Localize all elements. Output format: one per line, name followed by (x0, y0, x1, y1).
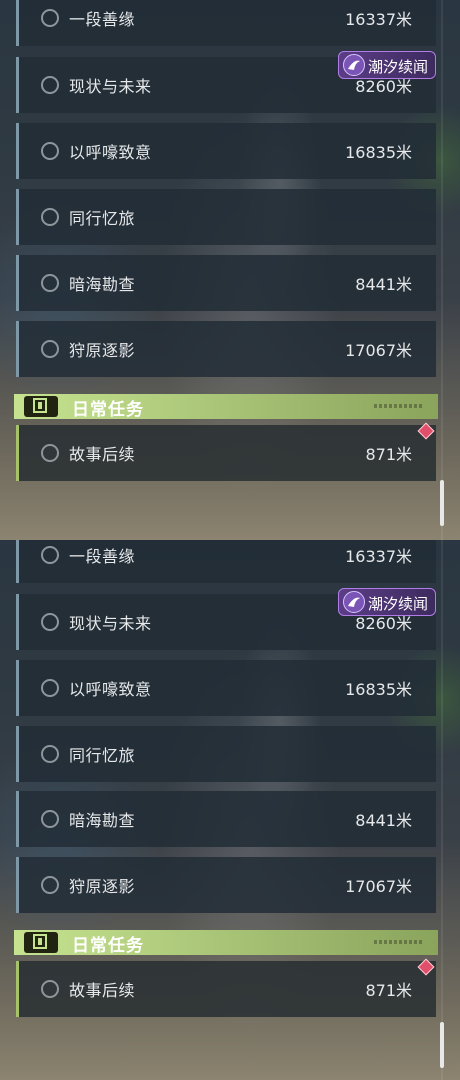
circle-check-icon[interactable] (41, 76, 59, 94)
decorative-stripes (374, 940, 424, 944)
quest-name: 同行忆旅 (69, 746, 136, 765)
circle-check-icon[interactable] (41, 208, 59, 226)
quest-row[interactable]: 狩原逐影 17067米 (16, 857, 436, 913)
quest-distance: 16835米 (345, 143, 412, 162)
circle-check-icon[interactable] (41, 274, 59, 292)
quest-row[interactable]: 现状与未来 8260米 潮汐续闻 (16, 51, 436, 113)
event-badge: 潮汐续闻 (338, 51, 436, 79)
quest-list-panel-2: 一段善缘 16337米 现状与未来 8260米 潮汐续闻 以呼嚎致意 16835… (0, 540, 460, 1080)
quest-name: 暗海勘查 (69, 275, 136, 294)
quest-distance: 17067米 (345, 341, 412, 360)
scrollbar-thumb[interactable] (440, 480, 444, 526)
scrollbar-thumb[interactable] (440, 1022, 444, 1068)
scroll-track (441, 540, 443, 1080)
circle-check-icon[interactable] (41, 876, 59, 894)
alert-icon (24, 932, 58, 953)
quest-name: 现状与未来 (69, 614, 152, 633)
quest-name: 狩原逐影 (69, 877, 136, 896)
circle-check-icon[interactable] (41, 444, 59, 462)
event-logo-icon (343, 591, 365, 613)
new-alert-icon (417, 422, 435, 440)
event-badge-label: 潮汐续闻 (368, 595, 429, 613)
quest-name: 以呼嚎致意 (69, 680, 152, 699)
decorative-stripes (374, 404, 424, 408)
alert-icon (24, 396, 58, 417)
quest-row[interactable]: 以呼嚎致意 16835米 (16, 660, 436, 716)
section-title: 日常任务 (72, 936, 144, 956)
circle-check-icon[interactable] (41, 810, 59, 828)
quest-name: 故事后续 (69, 981, 136, 1000)
circle-check-icon[interactable] (41, 980, 59, 998)
quest-name: 一段善缘 (69, 547, 136, 566)
quest-distance: 871米 (365, 445, 412, 464)
quest-row[interactable]: 现状与未来 8260米 潮汐续闻 (16, 588, 436, 650)
quest-row[interactable]: 暗海勘查 8441米 (16, 255, 436, 311)
quest-name: 暗海勘查 (69, 811, 136, 830)
quest-name: 同行忆旅 (69, 209, 136, 228)
quest-list-panel-1: 一段善缘 16337米 现状与未来 8260米 潮汐续闻 以呼嚎致意 16835… (0, 0, 460, 540)
quest-row[interactable]: 一段善缘 16337米 (16, 540, 436, 583)
quest-distance: 16835米 (345, 680, 412, 699)
scroll-track (441, 0, 443, 540)
circle-check-icon[interactable] (41, 340, 59, 358)
circle-check-icon[interactable] (41, 679, 59, 697)
event-badge-label: 潮汐续闻 (368, 58, 429, 76)
quest-row[interactable]: 同行忆旅 (16, 726, 436, 782)
section-title: 日常任务 (72, 400, 144, 420)
quest-distance: 8441米 (355, 275, 412, 294)
quest-name: 以呼嚎致意 (69, 143, 152, 162)
quest-name: 狩原逐影 (69, 341, 136, 360)
quest-name: 故事后续 (69, 445, 136, 464)
circle-check-icon[interactable] (41, 546, 59, 564)
quest-row[interactable]: 狩原逐影 17067米 (16, 321, 436, 377)
event-badge: 潮汐续闻 (338, 588, 436, 616)
daily-quest-header[interactable]: 日常任务 (14, 394, 438, 420)
quest-distance: 8441米 (355, 811, 412, 830)
quest-name: 现状与未来 (69, 77, 152, 96)
quest-row[interactable]: 以呼嚎致意 16835米 (16, 123, 436, 179)
event-logo-icon (343, 54, 365, 76)
quest-row[interactable]: 故事后续 871米 (16, 422, 436, 481)
quest-distance: 16337米 (345, 547, 412, 566)
daily-quest-header[interactable]: 日常任务 (14, 930, 438, 956)
quest-distance: 16337米 (345, 10, 412, 29)
circle-check-icon[interactable] (41, 613, 59, 631)
quest-row[interactable]: 故事后续 871米 (16, 958, 436, 1017)
quest-row[interactable]: 暗海勘查 8441米 (16, 791, 436, 847)
new-alert-icon (417, 958, 435, 976)
quest-row[interactable]: 同行忆旅 (16, 189, 436, 245)
quest-distance: 871米 (365, 981, 412, 1000)
circle-check-icon[interactable] (41, 9, 59, 27)
circle-check-icon[interactable] (41, 142, 59, 160)
circle-check-icon[interactable] (41, 745, 59, 763)
quest-distance: 17067米 (345, 877, 412, 896)
quest-name: 一段善缘 (69, 10, 136, 29)
quest-row[interactable]: 一段善缘 16337米 (16, 0, 436, 46)
